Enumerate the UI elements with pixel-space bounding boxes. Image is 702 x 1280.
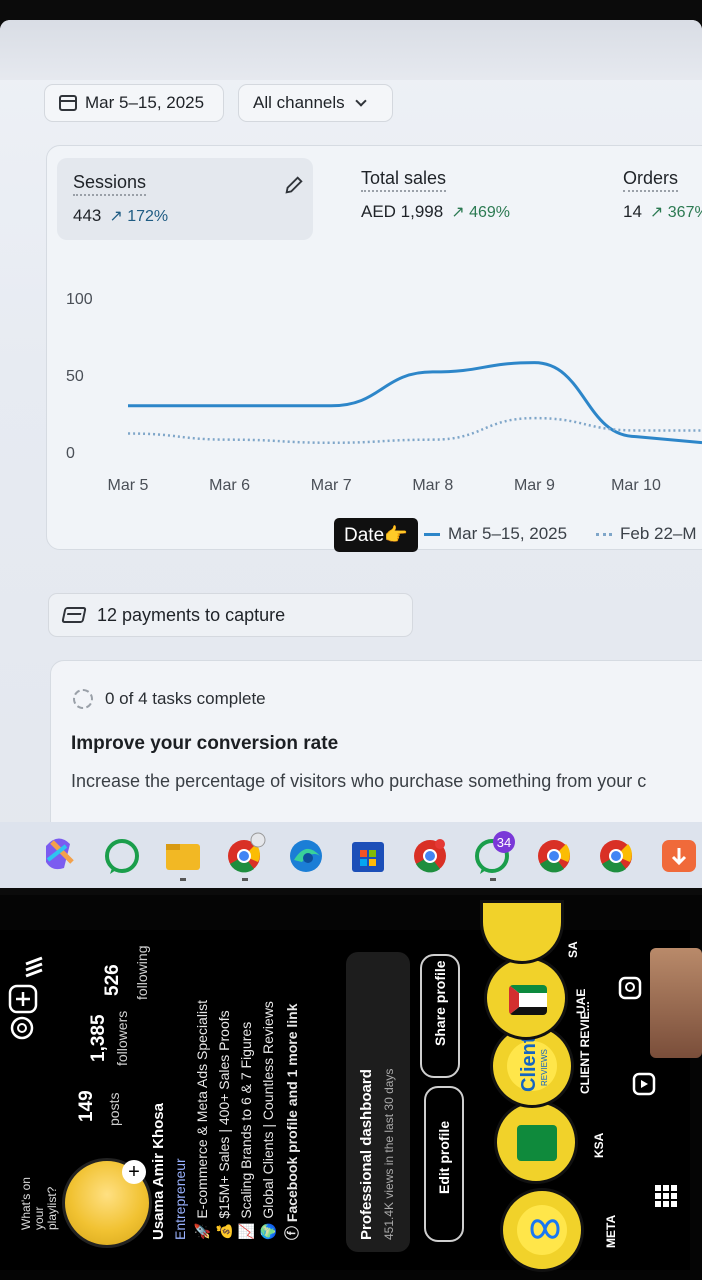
payments-to-capture-button[interactable]: 12 payments to capture — [48, 593, 413, 637]
task-title[interactable]: Improve your conversion rate — [71, 733, 338, 755]
edit-profile-label: Edit profile — [436, 1120, 452, 1194]
chrome-secondary-icon[interactable] — [538, 840, 570, 873]
chevron-down-icon — [355, 94, 367, 107]
meta-logo-icon — [530, 1219, 560, 1239]
following-label[interactable]: following — [134, 946, 150, 1000]
profile-links[interactable]: ⓕ Facebook profile and 1 more link — [282, 1004, 302, 1241]
chrome-tertiary-icon[interactable] — [600, 840, 632, 873]
highlight-label: KSA — [592, 1132, 606, 1158]
reels-icon[interactable] — [632, 1072, 656, 1096]
payments-label: 12 payments to capture — [97, 604, 286, 625]
running-indicator — [242, 878, 248, 881]
legend-previous: Feb 22–M — [596, 524, 697, 544]
metric-delta: ↗ 172% — [109, 208, 169, 225]
story-prompt[interactable]: What's on your playlist? — [19, 1170, 59, 1230]
channels-dropdown[interactable]: All channels — [238, 84, 393, 122]
metric-delta: ↗ 469% — [451, 204, 511, 221]
bio-line: 🌍 Global Clients | Countless Reviews — [260, 1001, 276, 1240]
metric-value: 443 — [73, 206, 102, 225]
highlight-uae[interactable] — [484, 956, 568, 1040]
menu-icon[interactable] — [25, 956, 43, 978]
whatsapp-icon[interactable] — [105, 839, 139, 874]
running-indicator — [490, 878, 496, 881]
metric-orders[interactable]: Orders 14 ↗ 367% — [597, 146, 702, 238]
threads-icon[interactable] — [10, 1016, 34, 1040]
bio-line: 🚀 E-commerce & Meta Ads Specialist — [194, 1000, 210, 1240]
bio-line: 💰 $15M+ Sales | 400+ Sales Proofs — [216, 1010, 232, 1240]
download-app-icon[interactable] — [662, 840, 696, 872]
metric-value: AED 1,998 — [361, 202, 444, 221]
tagged-icon[interactable] — [618, 976, 642, 1000]
bio-line: 📈 Scaling Brands to 6 & 7 Figures — [238, 1021, 254, 1240]
posts-label[interactable]: posts — [106, 1093, 122, 1126]
highlight-client-text: Client — [518, 1036, 540, 1092]
task-progress: 0 of 4 tasks complete — [105, 689, 266, 708]
metric-total-sales[interactable]: Total sales AED 1,998 ↗ 469% — [335, 146, 510, 238]
calendar-icon — [59, 95, 77, 111]
metric-value: 14 — [623, 202, 642, 221]
running-indicator — [180, 878, 186, 881]
profile-name: Usama Amir Khosa — [150, 1103, 167, 1240]
legend-previous-label: Feb 22–M — [620, 524, 697, 543]
metric-label: Total sales — [361, 168, 447, 192]
browser-top-band — [0, 20, 702, 80]
date-range-label: Mar 5–15, 2025 — [85, 93, 205, 112]
highlight-label: UAE — [574, 988, 588, 1014]
professional-dashboard-panel[interactable] — [346, 952, 410, 1252]
taskbar-icons: 34 — [46, 831, 696, 881]
add-story-icon[interactable]: + — [122, 1160, 146, 1184]
highlight-label: META — [604, 1214, 618, 1248]
following-count: 526 — [102, 964, 123, 996]
payment-icon — [61, 607, 87, 623]
dashboard-subtitle: 451.4K views in the last 30 days — [382, 1068, 396, 1240]
photo-stage: Mar 5–15, 2025 All channels Sessions 443… — [0, 0, 702, 1280]
highlight-ksa[interactable] — [494, 1100, 578, 1184]
file-explorer-icon[interactable] — [166, 844, 200, 870]
metric-label: Sessions — [73, 172, 147, 196]
highlight-label: CLIENT REVIE... — [578, 1001, 592, 1094]
legend-solid-swatch — [424, 532, 440, 536]
progress-circle-icon — [73, 689, 93, 709]
followers-label[interactable]: followers — [114, 1011, 130, 1066]
metric-sessions[interactable]: Sessions 443 ↗ 172% — [57, 158, 313, 240]
chrome-icon[interactable] — [228, 832, 266, 873]
date-range-picker[interactable]: Mar 5–15, 2025 — [44, 84, 224, 122]
chrome-profile-icon[interactable] — [414, 839, 446, 873]
add-content-icon[interactable] — [8, 984, 38, 1014]
highlight-label: SA — [566, 941, 580, 958]
legend-current-label: Mar 5–15, 2025 — [448, 524, 568, 543]
legend-current: Mar 5–15, 2025 — [424, 524, 567, 544]
date-annotation: Date👉 — [334, 518, 418, 552]
whatsapp-badge-icon[interactable]: 34 — [475, 831, 515, 874]
pencil-icon[interactable] — [283, 174, 305, 196]
metric-label: Orders — [623, 168, 679, 192]
profile-category: Entrepreneur — [172, 1158, 188, 1240]
followers-count: 1,385 — [88, 1014, 109, 1062]
posts-count: 149 — [76, 1090, 97, 1122]
task-description: Increase the percentage of visitors who … — [71, 771, 647, 791]
grid-view-icon[interactable] — [655, 1185, 677, 1207]
profile-thumbnail[interactable] — [650, 948, 702, 1058]
channels-label: All channels — [253, 93, 345, 112]
whatsapp-badge-count: 34 — [497, 835, 511, 850]
legend-dotted-swatch — [596, 532, 612, 536]
analytics-card: Sessions 443 ↗ 172% Total sales AED 1,99… — [46, 145, 702, 550]
dashboard-title: Professional dashboard — [358, 1069, 375, 1240]
microsoft-store-icon[interactable] — [352, 842, 384, 872]
share-profile-label: Share profile — [432, 960, 448, 1046]
highlight-client-sub: REVIEWS — [540, 1049, 549, 1086]
copilot-icon[interactable] — [46, 838, 74, 870]
edge-icon[interactable] — [290, 840, 322, 872]
metric-delta: ↗ 367% — [649, 204, 702, 221]
